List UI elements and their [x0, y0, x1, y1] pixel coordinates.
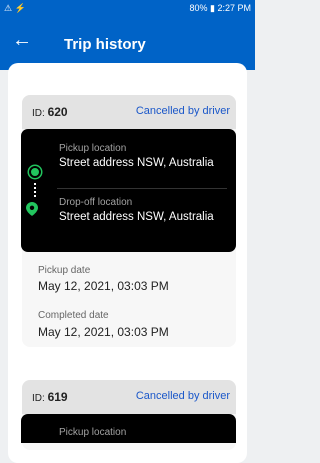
back-arrow-icon[interactable]: ←: [12, 30, 32, 50]
route-box: Pickup location Street address NSW, Aust…: [21, 129, 236, 252]
pickup-address: Street address NSW, Australia: [59, 157, 214, 169]
route-box: Pickup location: [21, 414, 236, 443]
dropoff-location-label: Drop-off location: [59, 197, 133, 208]
status-battery-time: 80% ▮ 2:27 PM: [189, 3, 251, 13]
page-title: Trip history: [64, 36, 146, 53]
trip-id: ID: 620: [32, 105, 68, 119]
trip-id-prefix: ID:: [32, 393, 45, 404]
trip-id-number: 619: [47, 390, 68, 404]
pickup-dot-icon: [29, 166, 41, 178]
status-bar: ⚠ ⚡ 80% ▮ 2:27 PM: [0, 0, 255, 16]
route-dots-icon: [34, 183, 36, 199]
trip-card-header: ID: 620 Cancelled by driver: [22, 95, 236, 129]
pickup-location-label: Pickup location: [59, 427, 127, 438]
pickup-date-label: Pickup date: [38, 265, 91, 276]
app-bar: ← Trip history: [0, 16, 255, 70]
pickup-location-label: Pickup location: [59, 143, 127, 154]
notification-icons: ⚠ ⚡: [4, 3, 26, 13]
completed-date-label: Completed date: [38, 310, 109, 321]
trip-status: Cancelled by driver: [135, 390, 230, 402]
trip-id-number: 620: [47, 105, 68, 119]
completed-date-value: May 12, 2021, 03:03 PM: [38, 325, 169, 339]
trip-card-header: ID: 619 Cancelled by driver: [22, 380, 236, 414]
trip-status: Cancelled by driver: [135, 105, 230, 117]
trip-id-prefix: ID:: [32, 108, 45, 119]
dropoff-address: Street address NSW, Australia: [59, 211, 214, 223]
trip-id: ID: 619: [32, 390, 68, 404]
dropoff-pin-icon: [26, 202, 38, 216]
route-divider: [57, 188, 227, 189]
pickup-date-value: May 12, 2021, 03:03 PM: [38, 279, 169, 293]
